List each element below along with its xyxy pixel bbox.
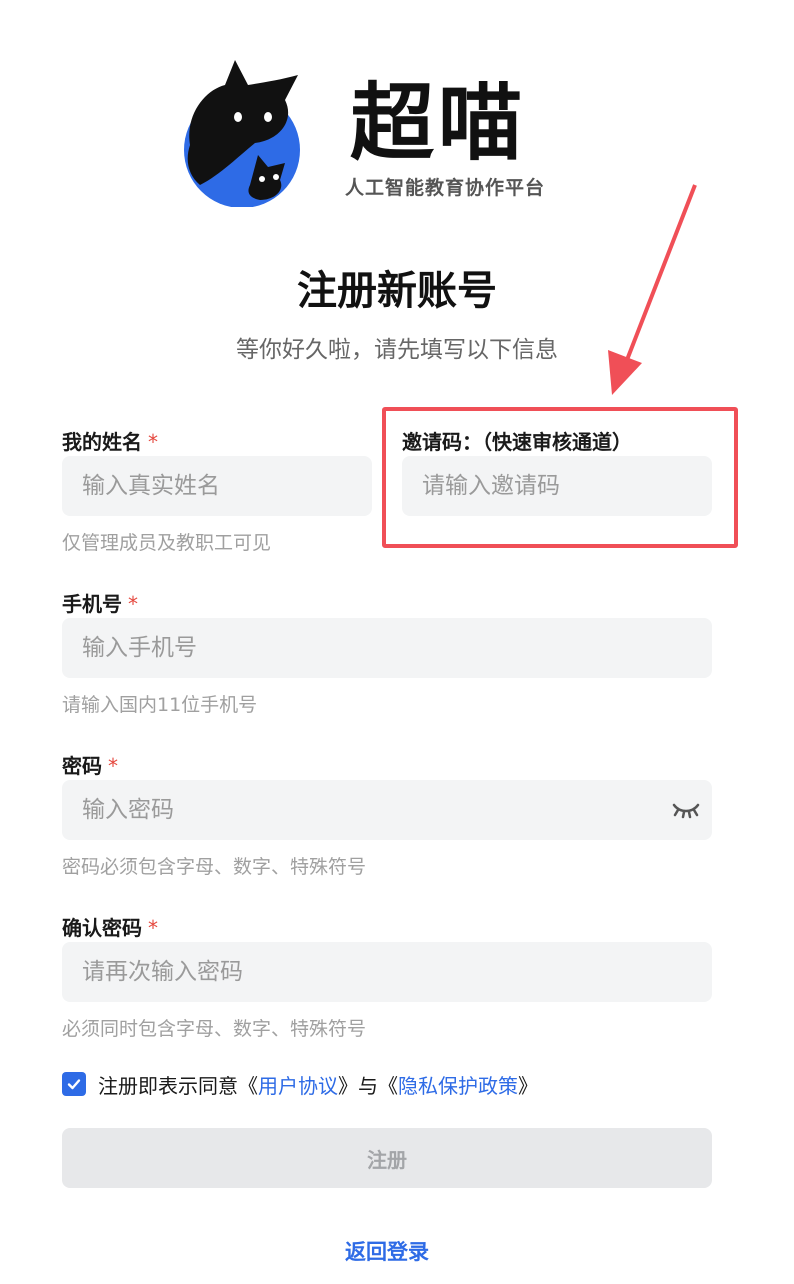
required-mark: * — [148, 430, 158, 454]
agreement-checkbox[interactable] — [62, 1072, 86, 1096]
confirm-password-hint: 必须同时包含字母、数字、特殊符号 — [62, 1018, 367, 1040]
phone-label: 手机号 * — [62, 592, 138, 616]
agreement-middle: 》与《 — [338, 1073, 398, 1098]
user-agreement-link[interactable]: 用户协议 — [258, 1070, 338, 1099]
check-icon — [67, 1079, 81, 1090]
back-to-login-link[interactable]: 返回登录 — [0, 1236, 774, 1266]
phone-hint: 请输入国内11位手机号 — [62, 694, 258, 716]
page-title: 注册新账号 — [297, 268, 497, 314]
cat-logo-icon — [184, 60, 300, 207]
required-mark: * — [128, 592, 138, 616]
agreement-suffix: 》 — [518, 1073, 538, 1098]
register-button[interactable]: 注册 — [62, 1128, 712, 1188]
phone-input[interactable] — [62, 618, 712, 678]
brand-name: 超喵 — [350, 74, 527, 172]
agreement-row: 注册即表示同意《 用户协议 》与《 隐私保护政策》 — [62, 1070, 538, 1099]
required-mark: * — [108, 754, 118, 778]
invite-code-input[interactable] — [402, 456, 712, 516]
eye-closed-icon[interactable] — [670, 797, 702, 821]
required-mark: * — [148, 916, 158, 940]
agreement-prefix: 注册即表示同意《 — [98, 1073, 258, 1098]
password-hint: 密码必须包含字母、数字、特殊符号 — [62, 856, 367, 878]
name-input[interactable] — [62, 456, 372, 516]
password-label: 密码 * — [62, 754, 118, 778]
name-hint: 仅管理成员及教职工可见 — [62, 532, 272, 554]
brand-tagline: 人工智能教育协作平台 — [345, 177, 546, 199]
name-label: 我的姓名 * — [62, 430, 158, 454]
confirm-password-label: 确认密码 * — [62, 916, 158, 940]
page-subtitle: 等你好久啦，请先填写以下信息 — [236, 337, 558, 363]
privacy-policy-link[interactable]: 隐私保护政策 — [398, 1070, 518, 1099]
brand-logo: 超喵 人工智能教育协作平台 — [180, 55, 580, 215]
confirm-password-input[interactable] — [62, 942, 712, 1002]
invite-label: 邀请码：（快速审核通道） — [402, 430, 632, 454]
password-input[interactable] — [62, 780, 712, 840]
